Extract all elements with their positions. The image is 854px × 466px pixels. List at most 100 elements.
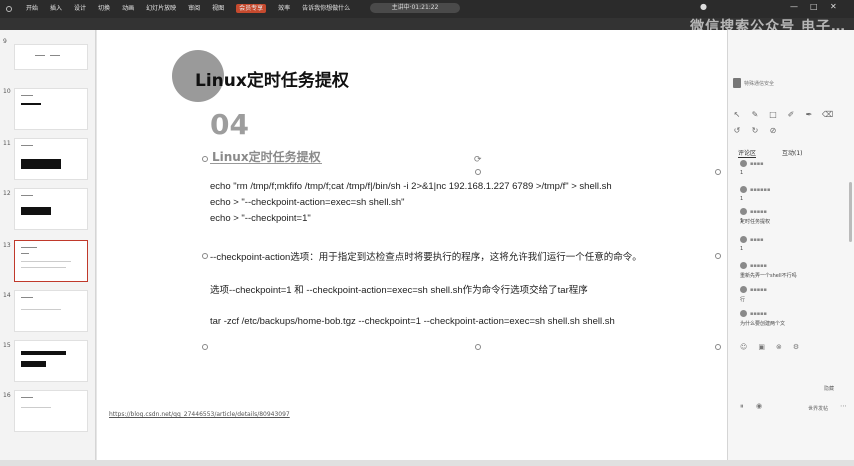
record-icon[interactable]: ◉ [756,402,762,410]
section-number[interactable]: 04 [210,108,249,141]
menu-item-review[interactable]: 审阅 [188,4,200,13]
app-window: 开始 插入 设计 切换 动画 幻灯片放映 审阅 视图 会员专享 效率 告诉我你想… [0,0,854,466]
file-icon [6,5,12,12]
resize-handle[interactable] [475,344,481,350]
window-title: 主讲中·01:21:22 [370,3,460,13]
slide-thumbnail-10[interactable] [14,88,88,130]
annotation-toolbar: ↖ ✎ □ ✐ ✒ ⌫ [732,110,834,119]
slide-thumbnail-13[interactable] [14,240,88,282]
redo-icon[interactable]: ↻ [750,126,760,135]
comment-text: 定时任务提权 [740,219,771,225]
marker-icon[interactable]: ✒ [804,110,814,119]
menu-item-home[interactable]: 开始 [26,4,38,13]
more-icon[interactable]: ⋯ [840,402,847,410]
slide-thumbnail-12[interactable] [14,188,88,230]
undo-icon[interactable]: ↺ [732,126,742,135]
comment-item: 定时任务提权 [740,218,770,225]
menu-file[interactable] [6,4,14,13]
menu-item-insert[interactable]: 插入 [50,4,62,13]
pointer-icon[interactable]: ↖ [732,110,742,119]
slide-thumbnail-9[interactable] [14,44,88,70]
thumb-line [21,247,37,248]
thumb-line [21,95,33,96]
ribbon: 开始 插入 设计 切换 动画 幻灯片放映 审阅 视图 会员专享 效率 告诉我你想… [0,0,854,35]
avatar-icon[interactable]: ● [700,2,707,11]
resize-handle[interactable] [475,169,481,175]
send-button[interactable]: 世界发帖 [808,405,828,412]
pause-icon[interactable]: ⏸ [740,402,744,411]
resize-handle[interactable] [202,344,208,350]
delete-icon[interactable]: ⊗ [776,343,782,351]
comment-text: 重新先弄一个shell不行吗 [740,273,797,279]
thumb-line [21,145,33,146]
comment-text: 行 [740,297,746,303]
pen-icon[interactable]: ✎ [750,110,760,119]
thumb-line [21,407,51,408]
menu-item-animation[interactable]: 动画 [122,4,134,13]
thumb-line [21,261,71,262]
slide-thumbnail-pane[interactable]: 9 10 11 12 13 14 15 16 [0,30,96,466]
slide-thumbnail-11[interactable] [14,138,88,180]
thumb-line [21,195,33,196]
source-link[interactable]: https://blog.csdn.net/qq_27446553/articl… [109,411,290,418]
comment-author: ▪▪▪▪ [750,160,764,167]
slide-canvas[interactable]: Linux定时任务提权 04 Linux定时任务提权 ⟳ echo "rm /t… [97,30,727,460]
menu-item-design[interactable]: 设计 [74,4,86,13]
image-icon[interactable]: ▣ [758,343,765,351]
maximize-icon[interactable]: □ [810,2,818,11]
avatar [740,310,747,317]
eraser-icon[interactable]: ⌫ [822,110,833,119]
menu-item-efficiency[interactable]: 效率 [278,4,290,13]
slide-title[interactable]: Linux定时任务提权 [195,66,349,91]
thumb-number: 11 [3,140,11,147]
rotate-handle-icon[interactable]: ⟳ [474,155,482,165]
tab-comments[interactable]: 评论区 [738,148,757,158]
comment-text: 1 [740,196,744,202]
avatar [740,262,747,269]
menu-item-view[interactable]: 视图 [212,4,224,13]
thumb-line [21,253,29,254]
thumb-number: 10 [3,88,11,95]
comment-author: ▪▪▪▪▪ [750,208,767,215]
menu-item-slideshow[interactable]: 幻灯片放映 [146,4,176,13]
shield-icon [733,78,741,88]
thumb-code-block [21,361,46,367]
description-line: 选项--checkpoint=1 和 --checkpoint-action=e… [210,285,588,296]
comment-author: ▪▪▪▪▪ [750,286,767,293]
slide-thumbnail-16[interactable] [14,390,88,432]
close-icon[interactable]: ✕ [830,2,837,11]
slide-thumbnail-14[interactable] [14,290,88,332]
slide-thumbnail-15[interactable] [14,340,88,382]
menu-item-member[interactable]: 会员专享 [236,4,267,13]
avatar [740,286,747,293]
comment-panel: 特殊通信安全 ↖ ✎ □ ✐ ✒ ⌫ ↺ ↻ ⊘ 评论区 互动(1) ▪▪▪▪ … [727,30,854,466]
resize-handle[interactable] [202,253,208,259]
thumb-number: 13 [3,242,11,249]
thumb-line [21,297,33,298]
scrollbar[interactable] [849,182,852,242]
resize-handle[interactable] [715,169,721,175]
panel-logo-text: 特殊通信安全 [744,81,775,87]
comment-item: ▪▪▪▪▪ 为什么要创建两个文 [740,310,785,327]
panel-tabs: 评论区 互动(1) [738,148,803,158]
thumb-line [21,267,66,268]
minimize-icon[interactable]: — [790,2,798,11]
resize-handle[interactable] [715,344,721,350]
avatar [740,208,747,215]
emoji-icon[interactable]: ☺ [740,343,747,351]
menu-item-tell-me[interactable]: 告诉我你想做什么 [302,4,350,13]
settings-icon[interactable]: ⚙ [793,343,799,351]
pencil-icon[interactable]: ✐ [786,110,796,119]
rect-icon[interactable]: □ [768,110,778,119]
clear-icon[interactable]: ⊘ [768,126,778,135]
thumb-number: 9 [3,38,7,45]
thumb-number: 12 [3,190,11,197]
hide-label[interactable]: 隐藏 [824,385,834,392]
menu-item-transition[interactable]: 切换 [98,4,110,13]
resize-handle[interactable] [202,156,208,162]
tab-interaction[interactable]: 互动(1) [782,148,803,158]
code-line: echo > "--checkpoint=1" [210,213,311,224]
thumb-code-block [21,207,51,215]
resize-handle[interactable] [715,253,721,259]
thumb-code-block [21,351,66,355]
